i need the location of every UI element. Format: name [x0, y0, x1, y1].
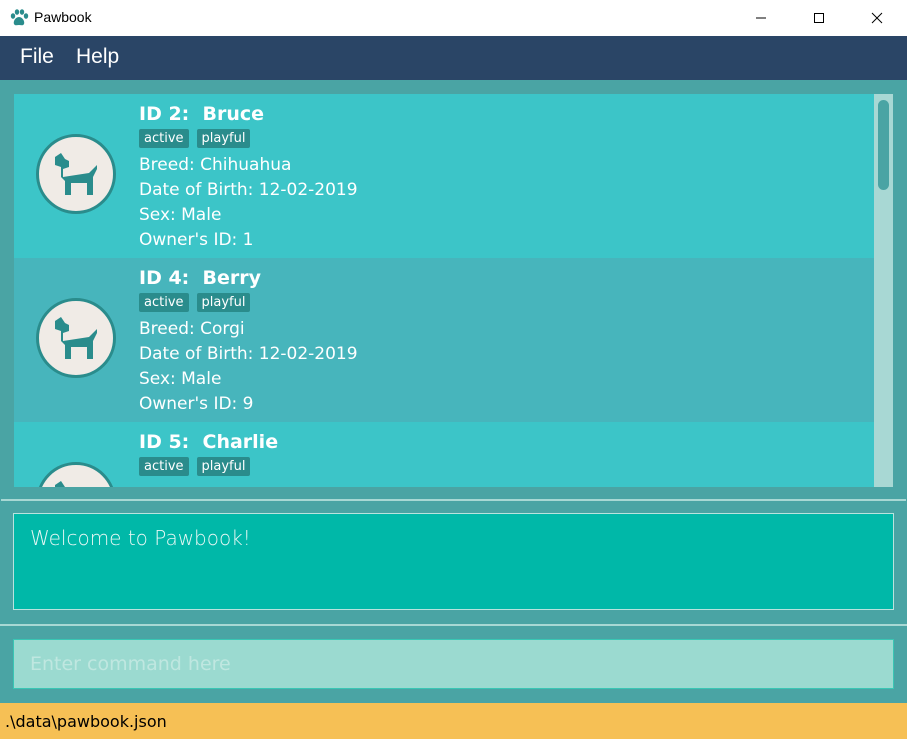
pet-owner-id: Owner's ID: 1 — [139, 230, 254, 250]
pet-list-panel: ID 2: Bruce active playful Breed: Chihua… — [1, 81, 906, 501]
menu-bar: File Help — [0, 36, 907, 80]
pet-sex: Sex: Male — [139, 369, 222, 389]
main-area: ID 2: Bruce active playful Breed: Chihua… — [0, 80, 907, 703]
window-title: Pawbook — [34, 9, 92, 25]
minimize-button[interactable] — [732, 0, 790, 36]
pet-sex: Sex: Male — [139, 205, 222, 225]
tag: active — [139, 457, 189, 476]
pet-list[interactable]: ID 2: Bruce active playful Breed: Chihua… — [14, 94, 893, 487]
divider — [0, 624, 907, 626]
menu-help[interactable]: Help — [76, 45, 119, 69]
pet-card[interactable]: ID 2: Bruce active playful Breed: Chihua… — [14, 94, 874, 258]
tag-list: active playful — [139, 457, 251, 476]
pet-card[interactable]: ID 4: Berry active playful Breed: Corgi … — [14, 258, 874, 422]
menu-file[interactable]: File — [20, 45, 54, 69]
pet-name: ID 5: Charlie — [139, 431, 279, 453]
tag-list: active playful — [139, 129, 251, 148]
pet-owner-id: Owner's ID: 9 — [139, 394, 254, 414]
command-box[interactable] — [13, 639, 894, 689]
paw-icon — [9, 8, 29, 28]
title-bar: Pawbook — [0, 0, 907, 36]
pet-dob: Date of Birth: 12-02-2019 — [139, 344, 358, 364]
status-bar: .\data\pawbook.json — [0, 703, 907, 739]
pet-dob: Date of Birth: 12-02-2019 — [139, 180, 358, 200]
list-scrollbar[interactable] — [874, 94, 893, 487]
save-location: .\data\pawbook.json — [5, 712, 167, 731]
pet-card[interactable]: ID 5: Charlie active playful — [14, 422, 874, 487]
tag: active — [139, 129, 189, 148]
pet-breed: Breed: Corgi — [139, 319, 245, 339]
result-display: Welcome to Pawbook! — [13, 513, 894, 610]
tag: active — [139, 293, 189, 312]
tag-list: active playful — [139, 293, 251, 312]
pet-name: ID 4: Berry — [139, 267, 261, 289]
pet-name: ID 2: Bruce — [139, 103, 265, 125]
tag: playful — [196, 457, 251, 476]
pet-breed: Breed: Chihuahua — [139, 155, 292, 175]
minimize-icon — [756, 17, 766, 19]
command-input[interactable] — [14, 640, 893, 688]
dog-icon — [36, 462, 116, 487]
maximize-icon — [814, 13, 824, 23]
scroll-thumb[interactable] — [878, 100, 889, 190]
tag: playful — [196, 129, 251, 148]
dog-icon — [36, 134, 116, 214]
result-message: Welcome to Pawbook! — [30, 526, 251, 550]
dog-icon — [36, 298, 116, 378]
close-icon — [871, 12, 883, 24]
close-button[interactable] — [848, 0, 906, 36]
tag: playful — [196, 293, 251, 312]
maximize-button[interactable] — [790, 0, 848, 36]
